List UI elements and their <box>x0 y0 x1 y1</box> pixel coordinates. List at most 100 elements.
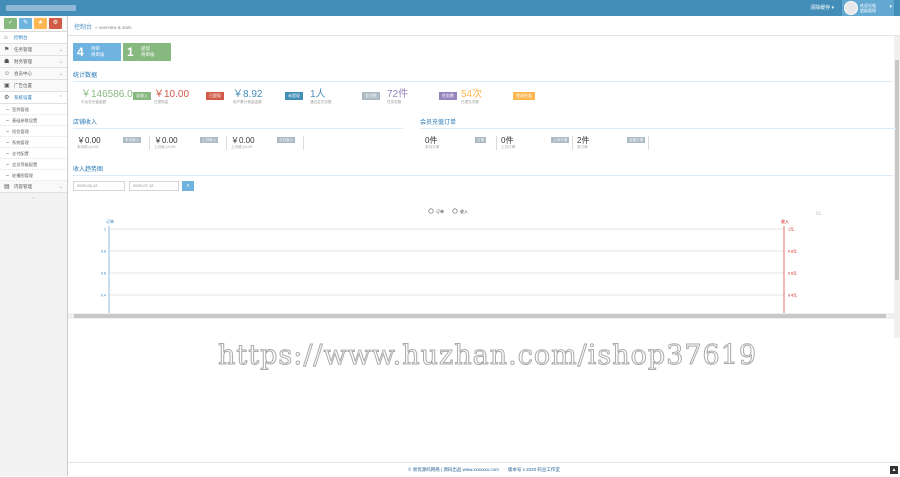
chart-toolbar-icon: ▯△ <box>816 210 822 215</box>
sidebar-subitem[interactable]: 支付配置 <box>0 148 67 159</box>
nav-icon: ▤ <box>4 184 10 190</box>
page-subtitle: » overview & stats <box>95 25 132 30</box>
scroll-thumb[interactable] <box>895 60 899 280</box>
section-title-stats: 统计数据 <box>73 70 893 82</box>
sidebar-item-0[interactable]: ⌂ 控制台 <box>0 32 67 44</box>
back-to-top-button[interactable]: ▲ <box>890 466 898 474</box>
chevron-icon: ⌄ <box>58 184 63 190</box>
nav-icon: ⚑ <box>4 47 10 53</box>
income-caption: 本月收入0.00 <box>77 145 99 149</box>
stat-value: 1人 <box>310 89 326 100</box>
sidebar-subitem[interactable]: 轮播图管理 <box>0 170 67 181</box>
sidebar-collapse-icon[interactable]: « <box>0 193 67 202</box>
legend-label-orders: 订单 <box>436 208 444 214</box>
stat-value: 72件 <box>387 89 409 100</box>
sidebar-item-5[interactable]: ⚙ 系统设置 ⌃ <box>0 92 67 104</box>
user-name: 欢迎光临, 超级管理 <box>860 3 878 13</box>
stat-value: 54次 <box>461 89 483 100</box>
trend-chart: 订单收入▯△订单收入11元0.80.8元0.60.6元0.40.4元0.20.2… <box>101 208 822 318</box>
pencil-icon[interactable]: ✎ <box>19 18 32 29</box>
nav-icon: ☗ <box>4 59 10 65</box>
check-icon[interactable]: ✓ <box>4 18 17 29</box>
income-tag: 今日收入 <box>277 137 296 143</box>
orders-caption: 本月订单 <box>425 145 440 149</box>
stat-item: 1人 通过会员总数 <box>310 89 332 104</box>
scroll-thumb-horizontal[interactable] <box>74 314 886 318</box>
orders-tag: 全部订单 <box>627 137 646 143</box>
vertical-scrollbar[interactable] <box>894 36 900 338</box>
avatar <box>844 1 858 15</box>
orders-caption: 上月订单 <box>501 145 516 149</box>
right-tick-label: 0.6元 <box>788 272 797 276</box>
chevron-icon: ⌄ <box>58 59 63 65</box>
nav-icon: ⌂ <box>4 35 8 41</box>
orders-tag: 上月订单 <box>551 137 570 143</box>
right-tick-label: 1元 <box>788 228 794 232</box>
chevron-icon: ⌃ <box>58 95 63 101</box>
nav-icon: ☺ <box>4 71 11 77</box>
legend-label-income: 收入 <box>460 208 468 214</box>
section-title-trend: 收入趋势图 <box>73 164 893 176</box>
left-tick-label: 0.4 <box>101 294 106 298</box>
stat-caption: 已提交次数 <box>461 100 479 104</box>
sidebar-item-label: 财务管理 <box>14 59 32 64</box>
stat-caption: 通过会员总数 <box>310 100 332 104</box>
stat-value: ￥146586.0 <box>81 89 133 100</box>
nav-icon: ▣ <box>4 83 10 89</box>
orders-tag: 订单 <box>475 137 487 143</box>
user-menu[interactable]: 欢迎光临, 超级管理 ▾ <box>842 0 894 16</box>
sidebar-item-label: 控制台 <box>14 35 28 40</box>
sidebar-item-content[interactable]: ▤ 内容管理 ⌄ <box>0 181 67 193</box>
sidebar-item-3[interactable]: ☺ 会员中心 ⌄ <box>0 68 67 80</box>
stat-tag: 会员数 <box>362 92 380 100</box>
section-title-income: 店铺收入 <box>73 117 403 129</box>
sidebar-item-label: 广告位置 <box>14 83 32 88</box>
left-tick-label: 0.6 <box>101 272 106 276</box>
chevron-icon: ⌄ <box>58 71 63 77</box>
sidebar-subitem[interactable]: 会员等级配置 <box>0 159 67 170</box>
income-tag: 本月收入 <box>123 137 142 143</box>
sidebar-subitem[interactable]: 签到管理 <box>0 104 67 115</box>
sidebar-item-label: 会员中心 <box>14 71 32 76</box>
stat-item: ￥146586.0 平台总充值金额 <box>81 89 133 104</box>
sidebar-subitem[interactable]: 基础参数设置 <box>0 115 67 126</box>
section-title-orders: 会员充值订单 <box>420 117 896 129</box>
stat-tag: 完成任务 <box>513 92 535 100</box>
top-navbar: 清除缓存 ▾ 欢迎光临, 超级管理 ▾ <box>0 0 900 16</box>
withdraw-review-box[interactable]: 1 提现 待审核 <box>123 43 171 61</box>
sidebar-subitem[interactable]: 短信管理 <box>0 126 67 137</box>
caret-down-icon: ▾ <box>889 4 892 10</box>
stat-caption: 用户累计佣金金额 <box>233 100 262 104</box>
horizontal-scrollbar[interactable] <box>68 313 900 319</box>
sidebar-item-label: 任务管理 <box>14 47 32 52</box>
orders-item: 0件 本月订单 <box>425 136 497 150</box>
breadcrumb: 控制台» overview & stats <box>68 16 900 36</box>
legend-marker-income <box>452 208 458 214</box>
stat-caption: 任务总数 <box>387 100 402 104</box>
stat-tag: 未提现 <box>285 92 303 100</box>
stat-value: ￥8.92 <box>233 89 263 100</box>
stat-item: ￥10.00 已提现金 <box>154 89 190 104</box>
sidebar-item-label: 内容管理 <box>14 184 32 189</box>
stat-tag: 任务数 <box>439 92 457 100</box>
sidebar-item-2[interactable]: ☗ 财务管理 ⌄ <box>0 56 67 68</box>
sidebar-shortcuts: ✓ ✎ ★ ⚙ <box>0 16 67 32</box>
sidebar-item-label: 系统设置 <box>14 95 32 100</box>
stat-value: ￥10.00 <box>154 89 190 100</box>
sidebar-item-1[interactable]: ⚑ 任务管理 ⌄ <box>0 44 67 56</box>
gear-icon[interactable]: ⚙ <box>49 18 62 29</box>
main-content: 控制台» overview & stats 4 待审 待审核 1 提现 待审核 统计… <box>68 16 900 476</box>
income-caption: 上月收入0.00 <box>231 145 253 149</box>
left-tick-label: 0.8 <box>101 250 106 254</box>
brand-logo[interactable] <box>6 5 76 11</box>
left-axis-title: 订单 <box>106 218 114 224</box>
sidebar-subitem[interactable]: 系统管理 <box>0 137 67 148</box>
footer: © 易优源码网络 | 源码出品 www.xxxxxxx.com 版本号 v 20… <box>68 462 900 476</box>
right-axis-title: 收入 <box>781 218 789 224</box>
legend-marker-orders <box>428 208 434 214</box>
sidebar-item-4[interactable]: ▣ 广告位置 <box>0 80 67 92</box>
star-icon[interactable]: ★ <box>34 18 47 29</box>
pending-review-box[interactable]: 4 待审 待审核 <box>73 43 121 61</box>
orders-caption: 总订单 <box>577 145 588 149</box>
clear-cache-button[interactable]: 清除缓存 ▾ <box>806 2 838 14</box>
